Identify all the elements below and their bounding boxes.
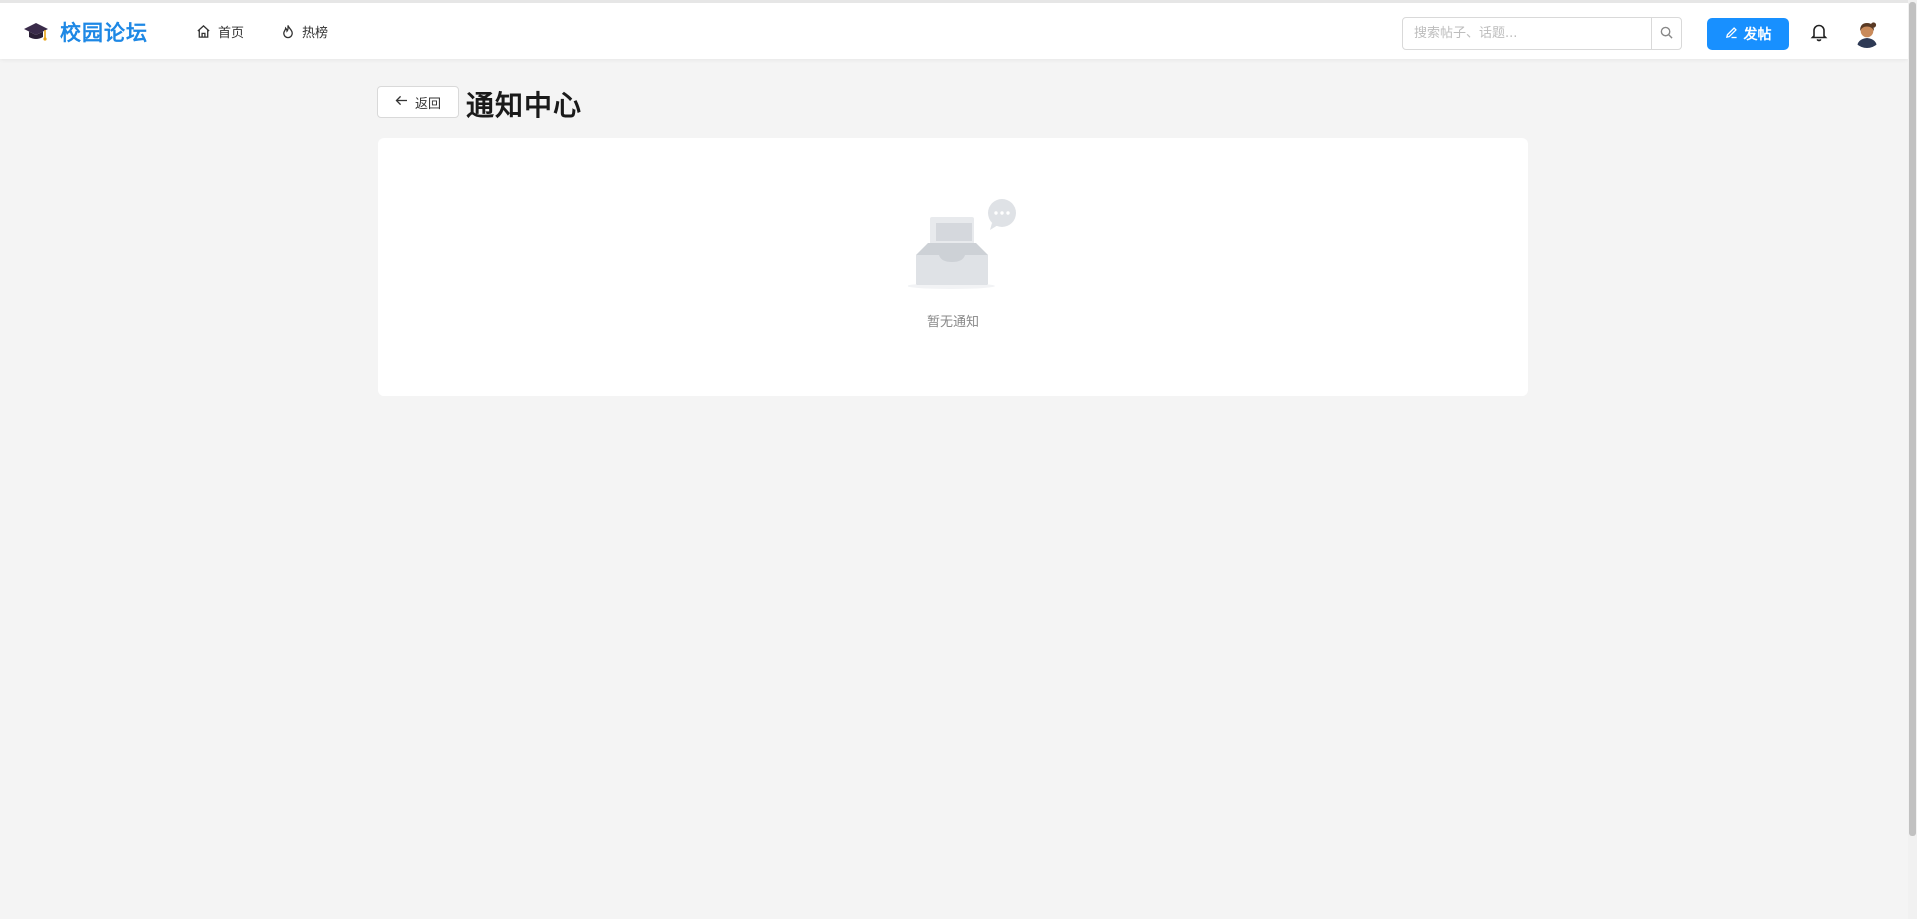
page-title: 通知中心 [466, 89, 583, 122]
nav-hot-label: 热榜 [302, 26, 329, 41]
avatar-icon[interactable] [1852, 18, 1882, 48]
nav-hot[interactable]: 热榜 [281, 22, 328, 41]
back-button[interactable]: 返回 [377, 86, 459, 118]
empty-state-text: 暂无通知 [926, 315, 979, 330]
top-navbar: 校园论坛 首页 热榜 搜索帖子、话题... 发帖 [0, 0, 1908, 59]
search-input[interactable] [1403, 18, 1651, 49]
home-icon [196, 24, 211, 39]
nav-home-label: 首页 [218, 26, 245, 41]
bell-icon[interactable] [1810, 22, 1830, 44]
search-icon [1660, 24, 1673, 43]
search-button[interactable] [1651, 18, 1681, 49]
new-post-label: 发帖 [1743, 27, 1772, 43]
new-post-button[interactable]: 发帖 [1707, 18, 1789, 50]
nav-home[interactable]: 首页 [196, 22, 244, 41]
flame-icon [281, 24, 295, 39]
empty-inbox-icon [907, 199, 1018, 289]
back-label: 返回 [414, 96, 441, 112]
brand-logo[interactable]: 校园论坛 [22, 17, 148, 47]
brand-name: 校园论坛 [60, 21, 148, 45]
arrow-left-icon [395, 95, 408, 110]
search-box [1402, 17, 1682, 50]
notifications-card: 暂无通知 [378, 138, 1528, 396]
graduation-cap-icon [22, 18, 50, 46]
scrollbar-thumb[interactable] [1909, 2, 1916, 836]
edit-icon [1725, 26, 1738, 43]
